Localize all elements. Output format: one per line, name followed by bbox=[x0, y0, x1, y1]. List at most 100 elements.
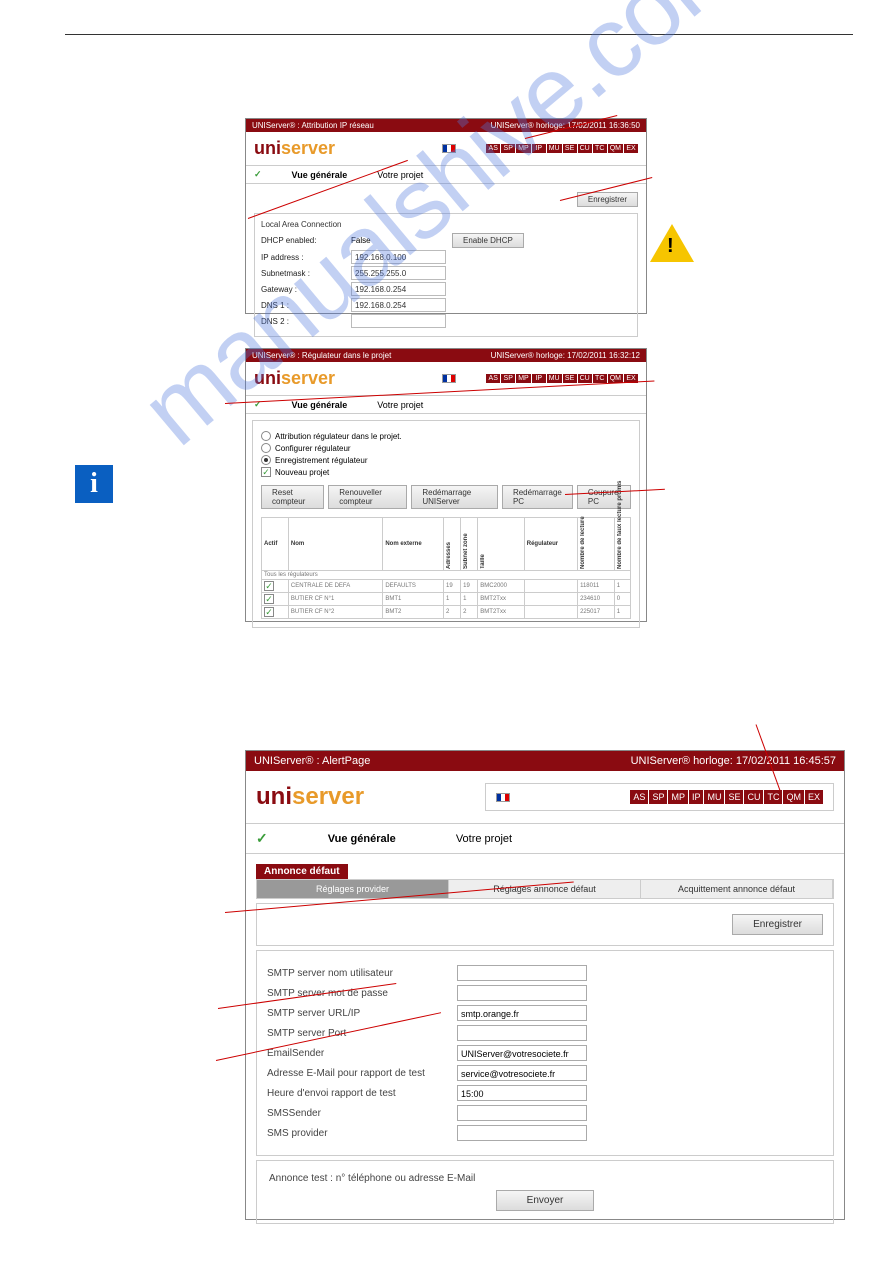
lan-title: Local Area Connection bbox=[261, 220, 631, 229]
radio-conf[interactable]: Configurer régulateur bbox=[261, 443, 631, 453]
tab-acquit[interactable]: Acquittement annonce défaut bbox=[641, 880, 833, 898]
titlebar-3: UNIServer® : AlertPage UNIServer® horlog… bbox=[246, 751, 844, 771]
logo-server: server bbox=[281, 138, 335, 158]
nav3-as[interactable]: AS bbox=[630, 790, 648, 804]
navbtns-1: AS SP MP IP MU SE CU TC QM EX bbox=[486, 144, 638, 153]
nav-sp[interactable]: SP bbox=[501, 144, 515, 153]
dns1-input[interactable]: 192.168.0.254 bbox=[351, 298, 446, 312]
radio-icon bbox=[261, 431, 271, 441]
radio-attr[interactable]: Attribution régulateur dans le projet. bbox=[261, 431, 631, 441]
cell: BUTIER CF N°2 bbox=[288, 606, 382, 619]
info-icon: i bbox=[75, 465, 113, 503]
nav-se[interactable]: SE bbox=[563, 144, 577, 153]
smtp-pass-input[interactable] bbox=[457, 985, 587, 1001]
subheader-1: ✓ Vue générale Votre projet bbox=[246, 165, 646, 184]
dns2-label: DNS 2 : bbox=[261, 317, 351, 326]
nav-mp[interactable]: MP bbox=[516, 144, 531, 153]
cell: 1 bbox=[444, 593, 461, 606]
votre-projet-2: Votre projet bbox=[377, 400, 423, 410]
vue-generale-2[interactable]: Vue générale bbox=[292, 400, 348, 410]
renew-compteur-button[interactable]: Renouveller compteur bbox=[328, 485, 407, 509]
mask-input[interactable]: 255.255.255.0 bbox=[351, 266, 446, 280]
gw-input[interactable]: 192.168.0.254 bbox=[351, 282, 446, 296]
nav3-se[interactable]: SE bbox=[725, 790, 743, 804]
nav3-cu[interactable]: CU bbox=[744, 790, 763, 804]
check-nouveau[interactable]: Nouveau projet bbox=[261, 467, 631, 477]
nav3-sp[interactable]: SP bbox=[649, 790, 667, 804]
row-check-icon[interactable] bbox=[264, 581, 274, 591]
votre-projet-1: Votre projet bbox=[377, 170, 423, 180]
nav3-mp[interactable]: MP bbox=[668, 790, 688, 804]
test-addr-input[interactable]: service@votresociete.fr bbox=[457, 1065, 587, 1081]
cell: 2 bbox=[461, 606, 478, 619]
cell: 118011 bbox=[578, 580, 615, 593]
cell: 0 bbox=[614, 593, 630, 606]
logo-server-3: server bbox=[292, 783, 364, 810]
heure-input[interactable]: 15:00 bbox=[457, 1085, 587, 1101]
flag-icon-3[interactable] bbox=[496, 793, 510, 802]
table-row[interactable]: BUTIER CF N°2 BMT2 2 2 BMT2Txx 225017 1 bbox=[262, 606, 631, 619]
tabbar: Réglages provider Réglages annonce défau… bbox=[256, 879, 834, 899]
radio-enreg[interactable]: Enregistrement régulateur bbox=[261, 455, 631, 465]
radio-conf-label: Configurer régulateur bbox=[275, 444, 351, 453]
nav-ex[interactable]: EX bbox=[624, 144, 638, 153]
table-row[interactable]: BUTIER CF N°1 BMT1 1 1 BMT2Txx 234610 0 bbox=[262, 593, 631, 606]
nav-as[interactable]: AS bbox=[486, 144, 500, 153]
cell: BMT2 bbox=[383, 606, 444, 619]
table-row: Tous les régulateurs bbox=[262, 571, 631, 580]
redem-uniserver-button[interactable]: Redémarrage UNIServer bbox=[411, 485, 498, 509]
ip-input[interactable]: 192.168.0.100 bbox=[351, 250, 446, 264]
row-check-icon[interactable] bbox=[264, 594, 274, 604]
nav3-qm[interactable]: QM bbox=[783, 790, 804, 804]
nav2-sp[interactable]: SP bbox=[501, 374, 515, 383]
logo-row-1: uniserver AS SP MP IP MU SE CU TC QM EX bbox=[246, 132, 646, 165]
nav3-ip[interactable]: IP bbox=[689, 790, 704, 804]
nav2-mp[interactable]: MP bbox=[516, 374, 531, 383]
warning-icon bbox=[650, 224, 694, 262]
nav-ip[interactable]: IP bbox=[532, 144, 546, 153]
cell bbox=[524, 606, 577, 619]
table-row[interactable]: CENTRALE DE DEFA DEFAULTS 19 19 BMC2000 … bbox=[262, 580, 631, 593]
nav-qm[interactable]: QM bbox=[608, 144, 623, 153]
nav-tc[interactable]: TC bbox=[593, 144, 607, 153]
nav-cu[interactable]: CU bbox=[578, 144, 592, 153]
smtp-url-label: SMTP server URL/IP bbox=[267, 1008, 457, 1019]
nav2-cu[interactable]: CU bbox=[578, 374, 592, 383]
flag-icon-2[interactable] bbox=[442, 374, 456, 383]
th-addr: Adresses bbox=[446, 519, 452, 569]
smtp-url-input[interactable]: smtp.orange.fr bbox=[457, 1005, 587, 1021]
logo-uni-3: uni bbox=[256, 783, 292, 810]
nav2-mu[interactable]: MU bbox=[547, 374, 562, 383]
vue-generale-3[interactable]: Vue générale bbox=[328, 833, 396, 845]
smtp-user-input[interactable] bbox=[457, 965, 587, 981]
nav2-as[interactable]: AS bbox=[486, 374, 500, 383]
vue-generale-1[interactable]: Vue générale bbox=[292, 170, 348, 180]
smsprov-input[interactable] bbox=[457, 1125, 587, 1141]
nav3-mu[interactable]: MU bbox=[704, 790, 724, 804]
nav-mu[interactable]: MU bbox=[547, 144, 562, 153]
cell: 19 bbox=[461, 580, 478, 593]
titlebar-2: UNIServer® : Régulateur dans le projet U… bbox=[246, 349, 646, 362]
row-check-icon[interactable] bbox=[264, 607, 274, 617]
nav2-tc[interactable]: TC bbox=[593, 374, 607, 383]
smssender-label: SMSSender bbox=[267, 1108, 457, 1119]
flag-icon[interactable] bbox=[442, 144, 456, 153]
dns2-input[interactable] bbox=[351, 314, 446, 328]
nav3-tc[interactable]: TC bbox=[764, 790, 782, 804]
enable-dhcp-button[interactable]: Enable DHCP bbox=[452, 233, 524, 248]
save-button-3[interactable]: Enregistrer bbox=[732, 914, 823, 935]
smtp-port-input[interactable] bbox=[457, 1025, 587, 1041]
emailsender-input[interactable]: UNIServer@votresociete.fr bbox=[457, 1045, 587, 1061]
nav2-ip[interactable]: IP bbox=[532, 374, 546, 383]
nav3-ex[interactable]: EX bbox=[805, 790, 823, 804]
smssender-input[interactable] bbox=[457, 1105, 587, 1121]
reset-compteur-button[interactable]: Reset compteur bbox=[261, 485, 324, 509]
subheader-3: ✓ Vue générale Votre projet bbox=[246, 823, 844, 854]
cell: BUTIER CF N°1 bbox=[288, 593, 382, 606]
test-addr-label: Adresse E-Mail pour rapport de test bbox=[267, 1068, 457, 1079]
screenshot-ip: UNIServer® : Attribution IP réseau UNISe… bbox=[245, 118, 647, 314]
redem-pc-button[interactable]: Redémarrage PC bbox=[502, 485, 573, 509]
cell: 1 bbox=[614, 606, 630, 619]
envoyer-button[interactable]: Envoyer bbox=[496, 1190, 595, 1211]
nav2-se[interactable]: SE bbox=[563, 374, 577, 383]
